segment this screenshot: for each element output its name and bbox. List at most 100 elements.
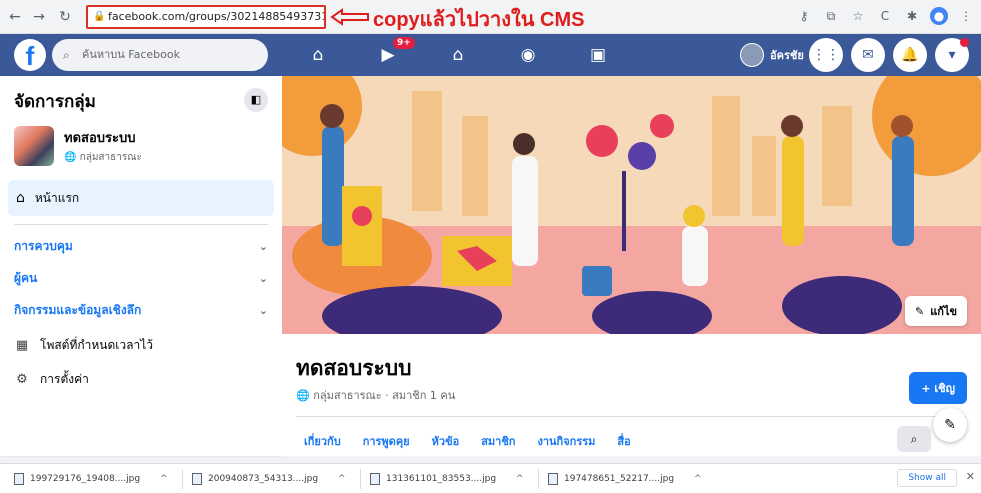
menu-grid-icon[interactable]: ⋮⋮ [809, 38, 843, 72]
groups-tab[interactable]: ◉ [493, 34, 563, 76]
chevron-up-icon[interactable]: ^ [516, 474, 524, 484]
group-search-button[interactable]: ⌕ [897, 426, 931, 452]
page-title: ทดสอบระบบ [296, 356, 412, 380]
image-file-icon [192, 473, 202, 485]
messenger-icon[interactable]: ✉ [851, 38, 885, 72]
group-tabs: เกี่ยวกับ การพูดคุย หัวข้อ สมาชิก งานกิจ… [304, 432, 631, 450]
download-filename: 197478651_52217....jpg [564, 474, 675, 484]
key-icon[interactable]: ⚷ [795, 7, 813, 25]
tab-discussion[interactable]: การพูดคุย [363, 432, 410, 450]
chevron-up-icon[interactable]: ^ [338, 474, 346, 484]
group-subtitle: 🌐 กลุ่มสาธารณะ · สมาชิก 1 คน [296, 389, 456, 402]
chevron-up-icon[interactable]: ^ [694, 474, 702, 484]
extension-c-icon[interactable]: C [876, 7, 894, 25]
header-actions: ⋮⋮ ✉ 🔔 ▾ [809, 38, 969, 72]
image-file-icon [548, 473, 558, 485]
divider [182, 469, 183, 489]
tab-media[interactable]: สื่อ [617, 432, 630, 450]
facebook-header: f ⌕ ค้นหาบน Facebook ⌂ ▶ 9+ ⌂ ◉ ▣ อัครชั… [0, 34, 981, 76]
pencil-icon: ✎ [914, 304, 925, 318]
sidebar-item-home[interactable]: ⌂ หน้าแรก [8, 180, 274, 216]
section-label: กิจกรรมและข้อมูลเชิงลึก [14, 302, 142, 317]
sidebar-item-settings[interactable]: ⚙ การตั้งค่า [14, 370, 89, 389]
address-bar[interactable]: 🔒 facebook.com/groups/302148854937318 [86, 5, 326, 29]
divider [360, 469, 361, 489]
home-tab[interactable]: ⌂ [283, 34, 353, 76]
download-item[interactable]: 131361101_83553....jpg ^ [370, 469, 524, 489]
notifications-icon[interactable]: 🔔 [893, 38, 927, 72]
downloads-bar: 199729176_19408....jpg ^ 200940873_54313… [0, 463, 981, 493]
account-chevron-icon[interactable]: ▾ [935, 38, 969, 72]
gear-icon: ⚙ [16, 372, 28, 387]
divider [296, 416, 966, 417]
group-card[interactable]: ทดสอบระบบ 🌐 กลุ่มสาธารณะ [14, 126, 142, 166]
edit-cover-button[interactable]: ✎ แก้ไข [904, 296, 967, 326]
tab-about[interactable]: เกี่ยวกับ [304, 432, 341, 450]
show-all-button[interactable]: Show all [897, 469, 957, 487]
avatar [740, 43, 764, 67]
search-placeholder: ค้นหาบน Facebook [82, 48, 180, 61]
tab-members[interactable]: สมาชิก [481, 432, 515, 450]
sidebar-title: จัดการกลุ่ม [14, 92, 96, 112]
cover-photo: ✎ แก้ไข [282, 76, 981, 334]
gaming-icon: ▣ [589, 45, 607, 65]
puzzle-icon[interactable]: ✱ [903, 7, 921, 25]
menu-kebab-icon[interactable]: ⋮ [957, 7, 975, 25]
sidebar-section-people[interactable]: ผู้คน ⌄ [14, 268, 268, 288]
sidebar-section-insights[interactable]: กิจกรรมและข้อมูลเชิงลึก ⌄ [14, 300, 268, 320]
edit-cover-label: แก้ไข [930, 305, 957, 318]
profile-name: อัครชัย [770, 49, 804, 62]
chevron-down-icon: ⌄ [258, 271, 268, 285]
sidebar-section-moderation[interactable]: การควบคุม ⌄ [14, 236, 268, 256]
search-input[interactable]: ⌕ ค้นหาบน Facebook [52, 39, 268, 71]
group-thumbnail [14, 126, 54, 166]
sidebar-item-label: การตั้งค่า [40, 372, 89, 386]
group-type: 🌐 กลุ่มสาธารณะ [64, 152, 142, 163]
search-icon: ⌕ [63, 48, 70, 62]
compose-icon: ✎ [944, 417, 956, 433]
profile-button[interactable]: อัครชัย [740, 41, 804, 69]
annotation-label: copyแล้วไปวางใน CMS [373, 9, 585, 31]
sidebar-item-scheduled-posts[interactable]: ▦ โพสต์ที่กำหนดเวลาไว้ [14, 336, 153, 355]
chevron-down-icon: ⌄ [258, 303, 268, 317]
facebook-logo[interactable]: f [14, 39, 46, 71]
home-icon: ⌂ [16, 190, 25, 206]
profile-icon[interactable]: ● [930, 7, 948, 25]
marketplace-tab[interactable]: ⌂ [423, 34, 493, 76]
notification-dot [960, 38, 969, 47]
collapse-sidebar-icon[interactable]: ◧ [244, 88, 268, 112]
translate-icon[interactable]: ⧉ [822, 7, 840, 25]
invite-button[interactable]: + เชิญ [909, 372, 967, 404]
group-info-panel: ทดสอบระบบ 🌐 กลุ่มสาธารณะ · สมาชิก 1 คน +… [282, 334, 981, 456]
calendar-icon: ▦ [15, 338, 29, 353]
extension-area: ⚷ ⧉ ☆ C ✱ ● ⋮ [795, 7, 975, 25]
group-name: ทดสอบระบบ [64, 131, 136, 146]
video-icon: ▶ [381, 45, 395, 65]
download-item[interactable]: 200940873_54313....jpg ^ [192, 469, 346, 489]
groups-icon: ◉ [520, 45, 536, 65]
search-icon: ⌕ [910, 432, 918, 446]
browser-toolbar: ← → ↻ 🔒 facebook.com/groups/302148854937… [0, 0, 981, 34]
compose-button[interactable]: ✎ [933, 408, 967, 442]
reload-icon[interactable]: ↻ [56, 8, 74, 26]
image-file-icon [14, 473, 24, 485]
forward-icon[interactable]: → [30, 8, 48, 26]
gaming-tab[interactable]: ▣ [563, 34, 633, 76]
back-icon[interactable]: ← [6, 8, 24, 26]
group-admin-sidebar: จัดการกลุ่ม ◧ ทดสอบระบบ 🌐 กลุ่มสาธารณะ ⌂… [0, 76, 282, 456]
chevron-up-icon[interactable]: ^ [160, 474, 168, 484]
star-icon[interactable]: ☆ [849, 7, 867, 25]
main-nav: ⌂ ▶ 9+ ⌂ ◉ ▣ [283, 34, 633, 76]
download-filename: 199729176_19408....jpg [30, 474, 141, 484]
download-item[interactable]: 197478651_52217....jpg ^ [548, 469, 702, 489]
close-icon[interactable]: ✕ [966, 470, 975, 483]
divider [14, 224, 268, 225]
cover-illustration [282, 76, 981, 334]
watch-tab[interactable]: ▶ 9+ [353, 34, 423, 76]
tab-events[interactable]: งานกิจกรรม [537, 432, 595, 450]
download-item[interactable]: 199729176_19408....jpg ^ [14, 469, 168, 489]
sidebar-item-label: หน้าแรก [34, 190, 80, 205]
tab-topics[interactable]: หัวข้อ [432, 432, 460, 450]
lock-icon: 🔒 [93, 11, 106, 22]
store-icon: ⌂ [452, 45, 464, 65]
